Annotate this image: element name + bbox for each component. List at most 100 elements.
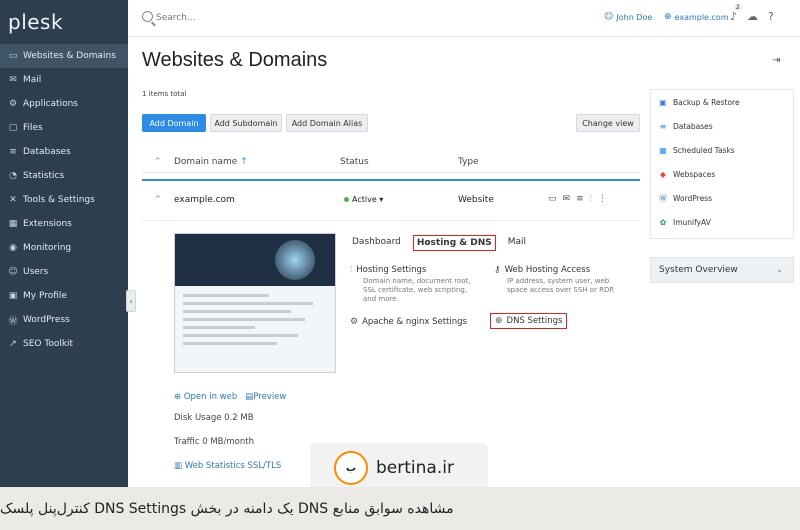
system-overview-toggle[interactable]: System Overview ⌄ (650, 257, 794, 283)
watermark-text: bertina.ir (376, 458, 454, 478)
quick-link-webspaces[interactable]: ◆ Webspaces (651, 162, 793, 186)
bertina-logo: ب (334, 451, 368, 485)
sidebar-item-label: Monitoring (23, 243, 72, 253)
sidebar-nav: ▭ Websites & Domains ✉ Mail ⚙ Applicatio… (0, 44, 128, 356)
more-icon[interactable]: ⋮ (598, 194, 607, 204)
sidebar-item-users[interactable]: ☺ Users (0, 260, 128, 284)
quick-link-wordpress[interactable]: Ⓦ WordPress (651, 186, 793, 210)
add-domain-button[interactable]: Add Domain (142, 114, 206, 132)
tab-dashboard[interactable]: Dashboard (350, 235, 403, 251)
bell-icon[interactable]: ♪ 2 (730, 4, 742, 23)
change-view-button[interactable]: Change view (576, 114, 640, 132)
wordpress-icon: Ⓦ (659, 193, 667, 203)
disk-usage: Disk Usage 0.2 MB (174, 413, 254, 423)
top-bar: ☺ John Doe ⊕ example.com ♪2 ☁ ? (128, 0, 800, 37)
quick-link-databases[interactable]: ≡ Databases (651, 114, 793, 138)
sidebar-item-tools-settings[interactable]: ✕ Tools & Settings (0, 188, 128, 212)
sidebar-item-label: Users (23, 267, 49, 277)
monitor-icon: ▭ (8, 51, 18, 61)
sidebar-item-label: SEO Toolkit (23, 339, 74, 349)
search-input[interactable] (156, 11, 306, 25)
sidebar-item-websites-domains[interactable]: ▭ Websites & Domains (0, 44, 128, 68)
backup-icon: ▣ (659, 97, 667, 107)
quick-link-backup-restore[interactable]: ▣ Backup & Restore (651, 90, 793, 114)
sidebar-item-label: Tools & Settings (23, 195, 95, 205)
row-actions: ▭ ✉ ≡ ⫶ ⋮ (548, 194, 607, 204)
web-hosting-access-link[interactable]: Web Hosting Access (505, 265, 591, 275)
column-type[interactable]: Type (458, 157, 479, 167)
hosting-settings-desc: Domain name, document root, SSL certific… (363, 277, 471, 303)
preview-links: ⊕ Open in web ▤Preview (174, 392, 286, 402)
gear-icon: ⚙ (350, 317, 359, 327)
help-icon[interactable]: ? (768, 10, 774, 23)
column-status[interactable]: Status (340, 157, 369, 167)
row-header: ⌃ example.com Active ▾ Website ▭ ✉ ≡ ⫶ ⋮ (142, 181, 640, 221)
database-icon[interactable]: ≡ (576, 194, 584, 204)
quick-link-scheduled-tasks[interactable]: ▦ Scheduled Tasks (651, 138, 793, 162)
sliders-icon: ⫶ (350, 265, 353, 275)
web-statistics-link[interactable]: ▥ Web Statistics SSL/TLS (174, 461, 281, 471)
sidebar-item-applications[interactable]: ⚙ Applications (0, 92, 128, 116)
sidebar-item-label: My Profile (23, 291, 67, 301)
sidebar-item-seo-toolkit[interactable]: ↗ SEO Toolkit (0, 332, 128, 356)
user-menu[interactable]: ☺ John Doe (604, 12, 652, 22)
mail-icon[interactable]: ✉ (563, 194, 571, 204)
caption: مشاهده سوابق منابع DNS یک دامنه در بخش D… (0, 487, 800, 530)
cloud-icon[interactable]: ☁ (747, 10, 758, 23)
quick-links-panel: ▣ Backup & Restore ≡ Databases ▦ Schedul… (650, 89, 794, 239)
globe-icon: ⊕ (664, 12, 672, 22)
subscription-selector[interactable]: ⊕ example.com (664, 12, 729, 22)
system-overview-label: System Overview (659, 265, 738, 275)
panel-toggle-icon[interactable]: ⇥ (772, 55, 780, 66)
dns-settings-item[interactable]: ⊕ DNS Settings (490, 313, 568, 329)
preview-link[interactable]: ▤Preview (245, 392, 286, 402)
web-hosting-access-item[interactable]: ⚷ Web Hosting Access IP address, system u… (494, 265, 624, 295)
folder-icon[interactable]: ▭ (548, 194, 557, 204)
plesk-logo[interactable]: plesk (8, 10, 63, 34)
sidebar-item-extensions[interactable]: ▦ Extensions (0, 212, 128, 236)
hosting-settings-link[interactable]: Hosting Settings (356, 265, 426, 275)
tab-hosting-dns[interactable]: Hosting & DNS (412, 235, 496, 251)
status-dot (344, 197, 349, 202)
apache-nginx-link[interactable]: Apache & nginx Settings (362, 317, 467, 327)
sidebar-item-monitoring[interactable]: ◉ Monitoring (0, 236, 128, 260)
tools-icon: ✕ (9, 195, 17, 205)
sidebar-item-mail[interactable]: ✉ Mail (0, 68, 128, 92)
add-subdomain-button[interactable]: Add Subdomain (210, 114, 282, 132)
sidebar-item-label: Applications (23, 99, 78, 109)
shield-icon: ✿ (659, 217, 667, 227)
sidebar-item-statistics[interactable]: ◔ Statistics (0, 164, 128, 188)
sidebar-item-files[interactable]: ▢ Files (0, 116, 128, 140)
sidebar-item-databases[interactable]: ≡ Databases (0, 140, 128, 164)
apache-nginx-item[interactable]: ⚙ Apache & nginx Settings (350, 317, 467, 327)
status-badge[interactable]: Active ▾ (344, 195, 383, 204)
add-domain-alias-button[interactable]: Add Domain Alias (286, 114, 368, 132)
screen: plesk ▭ Websites & Domains ✉ Mail ⚙ Appl… (0, 0, 800, 530)
gauge-icon: ◉ (9, 243, 17, 253)
items-total: 1 items total (142, 90, 187, 98)
settings-sliders-icon[interactable]: ⫶ (590, 194, 592, 204)
tab-mail[interactable]: Mail (506, 235, 528, 251)
subscription-domain: example.com (674, 12, 729, 22)
sidebar-item-wordpress[interactable]: Ⓦ WordPress (0, 308, 128, 332)
column-domain-name[interactable]: Domain name ↑ (174, 157, 248, 167)
database-icon: ≡ (9, 147, 17, 157)
dns-settings-link[interactable]: DNS Settings (507, 316, 563, 326)
collapse-row-icon[interactable]: ⌃ (154, 195, 162, 205)
website-preview[interactable] (174, 233, 336, 373)
hosting-settings-item[interactable]: ⫶ Hosting Settings Domain name, document … (350, 265, 480, 304)
globe-icon: ⊕ (495, 316, 503, 326)
preview-text-lines (183, 294, 327, 350)
collapse-all-icon[interactable]: ⌃ (154, 157, 162, 167)
sidebar-item-label: Mail (23, 75, 42, 85)
quick-link-imunifyav[interactable]: ✿ ImunifyAV (651, 210, 793, 234)
sidebar-item-label: Statistics (23, 171, 65, 181)
gear-icon: ⚙ (8, 99, 18, 109)
sidebar-item-my-profile[interactable]: ▣ My Profile (0, 284, 128, 308)
web-hosting-access-desc: IP address, system user, web space acces… (507, 277, 615, 294)
open-in-web-link[interactable]: ⊕ Open in web (174, 392, 237, 402)
page-title: Websites & Domains (142, 49, 328, 71)
main-content: Websites & Domains ⇥ 1 items total Add D… (128, 37, 800, 487)
preview-graphic (275, 240, 315, 280)
domain-name[interactable]: example.com (174, 195, 235, 205)
